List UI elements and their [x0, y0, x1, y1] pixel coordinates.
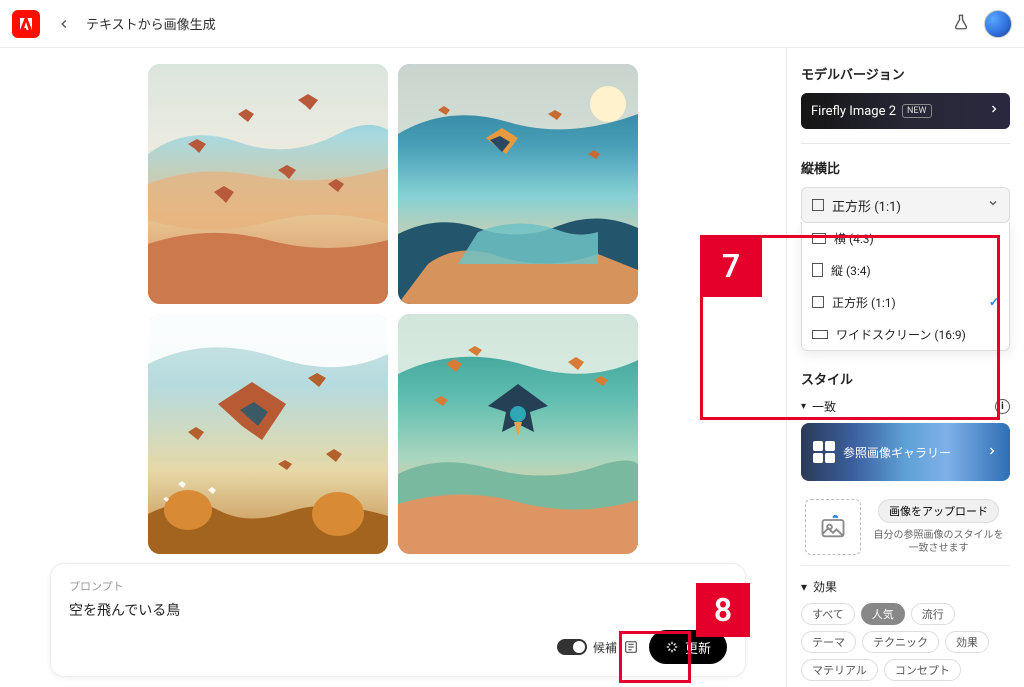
image-grid	[148, 64, 638, 554]
effect-chip[interactable]: 流行	[911, 603, 955, 625]
upload-description: 自分の参照画像のスタイルを一致させます	[871, 529, 1006, 555]
effect-chip[interactable]: テーマ	[801, 631, 856, 653]
effect-chip[interactable]: マテリアル	[801, 659, 878, 681]
aspect-section-title: 縦横比	[801, 158, 1010, 177]
chevron-down-icon: ▾	[801, 401, 806, 412]
aspect-option-label: ワイドスクリーン (16:9)	[836, 326, 966, 343]
effect-chip[interactable]: すべて	[801, 603, 855, 625]
ratio-icon	[812, 296, 824, 308]
check-icon: ✓	[989, 295, 999, 309]
canvas-area: プロンプト 空を飛んでいる鳥 候補 更新 8	[0, 48, 786, 687]
upload-dropzone[interactable]	[805, 499, 861, 555]
prompt-label: プロンプト	[69, 578, 727, 594]
annotation-callout-8: 8	[696, 583, 750, 637]
aspect-option-label: 横 (4:3)	[834, 230, 874, 247]
aspect-selected-label: 正方形 (1:1)	[832, 196, 901, 215]
generated-image-2[interactable]	[398, 64, 638, 304]
toggle-switch-icon	[557, 639, 587, 655]
aspect-option[interactable]: 正方形 (1:1) ✓	[802, 286, 1009, 318]
aspect-option-label: 縦 (3:4)	[831, 262, 871, 279]
generated-image-4[interactable]	[398, 314, 638, 554]
aspect-ratio-menu: 横 (4:3) 縦 (3:4) 正方形 (1:1) ✓ ワイドスクリーン (16:9)	[801, 222, 1010, 351]
ratio-icon	[812, 233, 826, 244]
gallery-label: 参照画像ギャラリー	[843, 444, 951, 461]
candidate-label: 候補	[593, 639, 617, 656]
effects-label: 効果	[813, 578, 837, 595]
aspect-option[interactable]: ワイドスクリーン (16:9)	[802, 318, 1009, 350]
generated-image-1[interactable]	[148, 64, 388, 304]
model-selector[interactable]: Firefly Image 2 NEW	[801, 93, 1010, 129]
model-section-title: モデルバージョン	[801, 64, 1010, 83]
effect-chip[interactable]: テクニック	[862, 631, 939, 653]
ratio-icon	[812, 330, 828, 339]
adobe-logo[interactable]	[12, 10, 40, 38]
chevron-right-icon	[986, 445, 998, 460]
settings-sidebar: モデルバージョン Firefly Image 2 NEW 縦横比 正方形 (1:…	[786, 48, 1024, 687]
upload-button[interactable]: 画像をアップロード	[878, 499, 999, 523]
divider	[801, 143, 1010, 144]
effects-row[interactable]: ▾ 効果	[801, 578, 1010, 595]
aspect-option-label: 正方形 (1:1)	[832, 294, 896, 311]
ratio-icon	[812, 263, 823, 277]
model-name: Firefly Image 2	[811, 104, 896, 119]
square-ratio-icon	[812, 199, 824, 211]
generated-image-3[interactable]	[148, 314, 388, 554]
user-avatar[interactable]	[984, 10, 1012, 38]
effect-chip[interactable]: 人気	[861, 603, 905, 625]
candidate-toggle[interactable]: 候補	[557, 639, 639, 656]
page-title: テキストから画像生成	[86, 14, 216, 33]
aspect-option[interactable]: 横 (4:3)	[802, 222, 1009, 254]
chevron-down-icon	[987, 197, 999, 213]
aspect-option[interactable]: 縦 (3:4)	[802, 254, 1009, 286]
image-upload-icon	[819, 513, 847, 541]
effect-chip[interactable]: 効果	[945, 631, 989, 653]
prompt-bar: プロンプト 空を飛んでいる鳥 候補 更新	[50, 563, 746, 677]
chevron-down-icon: ▾	[801, 580, 807, 594]
chevron-right-icon	[988, 103, 1000, 119]
reference-gallery-button[interactable]: 参照画像ギャラリー	[801, 423, 1010, 481]
match-row[interactable]: ▾ 一致 i	[801, 398, 1010, 415]
effect-chip[interactable]: コンセプト	[884, 659, 961, 681]
labs-icon[interactable]	[952, 13, 970, 35]
grid-icon	[813, 441, 835, 463]
update-button-label: 更新	[685, 638, 711, 657]
style-section-title: スタイル	[801, 369, 1010, 388]
aspect-ratio-select[interactable]: 正方形 (1:1)	[801, 187, 1010, 223]
top-bar: テキストから画像生成	[0, 0, 1024, 48]
effect-chips: すべて人気流行テーマテクニック効果マテリアルコンセプト	[801, 603, 1010, 681]
prompt-text[interactable]: 空を飛んでいる鳥	[69, 600, 727, 620]
info-icon[interactable]: i	[995, 399, 1010, 414]
upload-row: 画像をアップロード 自分の参照画像のスタイルを一致させます	[801, 491, 1010, 566]
match-label: 一致	[812, 398, 836, 415]
back-button[interactable]	[52, 12, 76, 36]
annotation-callout-7: 7	[700, 235, 762, 297]
options-icon[interactable]	[623, 639, 639, 655]
sparkle-icon	[665, 640, 679, 654]
model-badge: NEW	[902, 104, 932, 118]
